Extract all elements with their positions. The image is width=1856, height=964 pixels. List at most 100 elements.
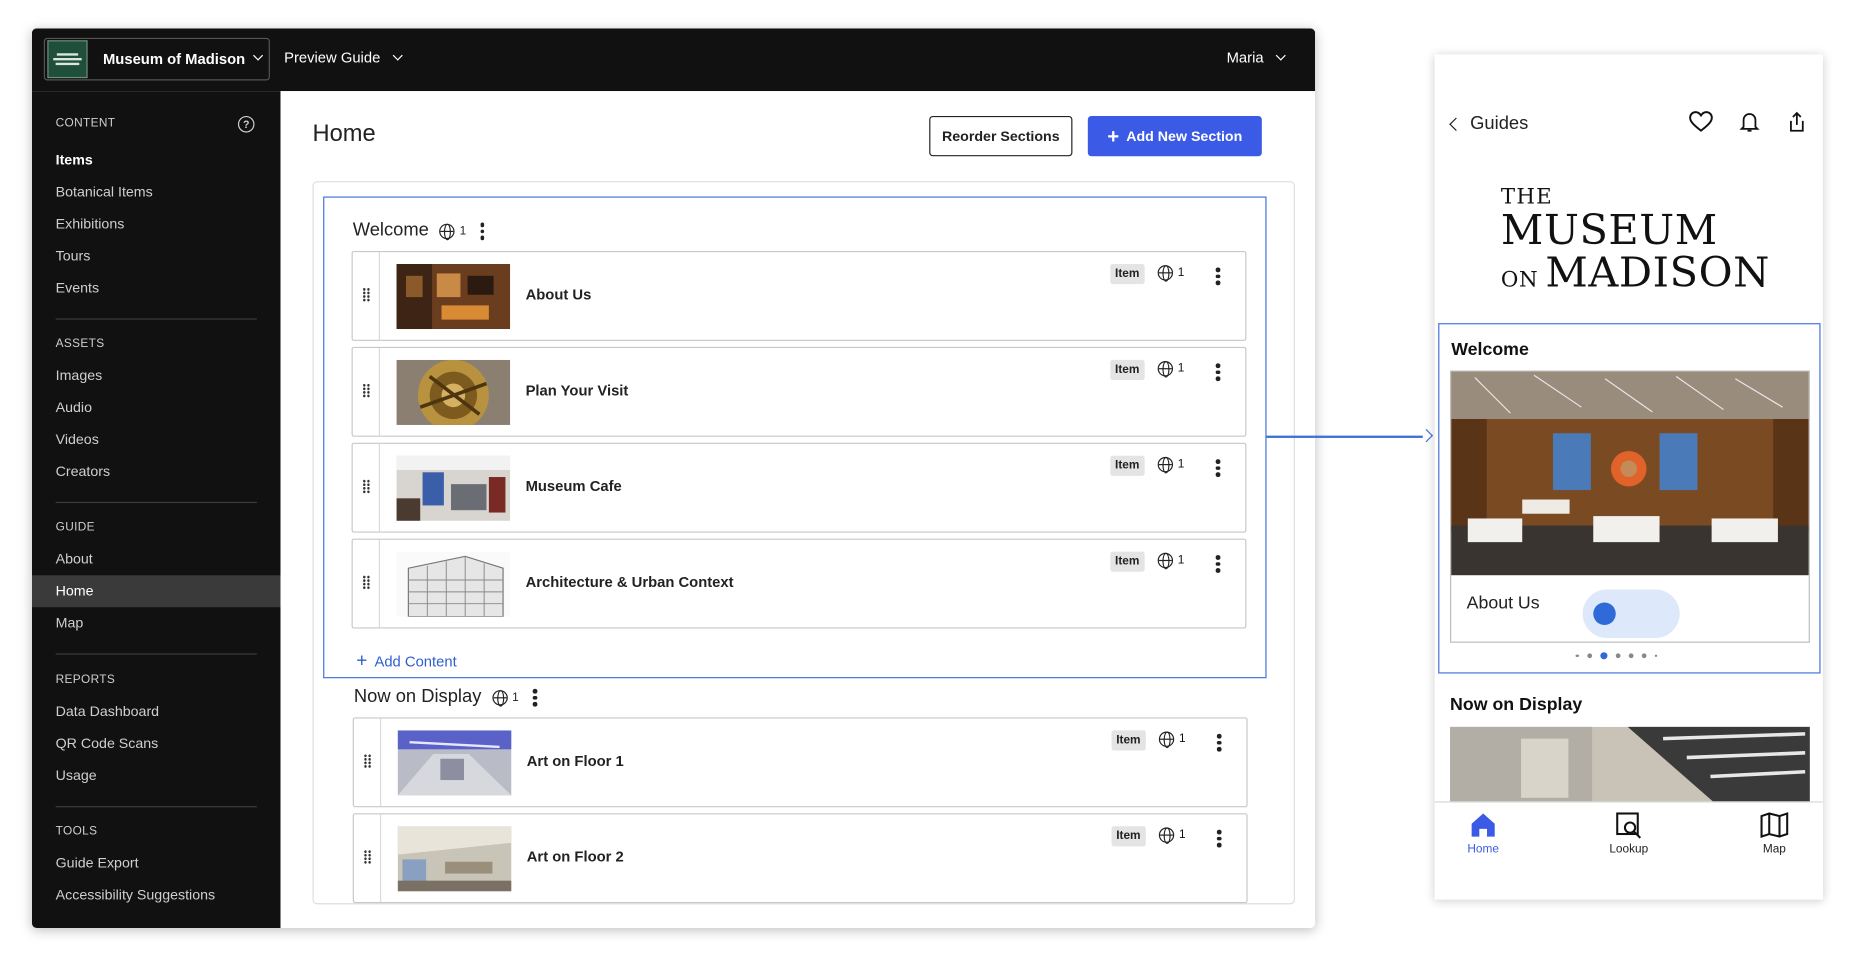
drag-handle[interactable] bbox=[353, 348, 380, 436]
admin-window: Museum of Madison Preview Guide Maria ? … bbox=[31, 28, 1316, 929]
more-options-icon[interactable] bbox=[1216, 732, 1222, 754]
thumbnail-art-on-floor-1 bbox=[397, 730, 512, 796]
list-item[interactable]: Plan Your Visit Item 1 bbox=[351, 346, 1247, 437]
pagination-dot-active[interactable] bbox=[1599, 652, 1607, 660]
drag-handle[interactable] bbox=[353, 443, 380, 532]
reorder-sections-button[interactable]: Reorder Sections bbox=[929, 116, 1073, 157]
row-menu[interactable] bbox=[1215, 553, 1221, 581]
tab-map[interactable]: Map bbox=[1739, 810, 1810, 856]
museum-logo: THE MUSEUM ON MADISON bbox=[1501, 185, 1770, 302]
language-count: 1 bbox=[1178, 732, 1186, 746]
sidebar-item-tours[interactable]: Tours bbox=[56, 247, 91, 264]
more-options-icon[interactable] bbox=[1216, 827, 1222, 849]
sidebar-item-guide-export[interactable]: Guide Export bbox=[56, 855, 139, 872]
sidebar-item-botanical-items[interactable]: Botanical Items bbox=[56, 183, 153, 200]
org-switcher[interactable]: Museum of Madison bbox=[43, 37, 270, 81]
row-menu[interactable] bbox=[1216, 827, 1222, 855]
pagination-dot[interactable] bbox=[1615, 653, 1620, 659]
drag-handle[interactable] bbox=[353, 252, 380, 340]
sidebar-item-events[interactable]: Events bbox=[56, 279, 99, 296]
item-type-badge: Item bbox=[1111, 730, 1146, 751]
back-button[interactable]: Guides bbox=[1449, 114, 1528, 135]
preview-guide-menu[interactable]: Preview Guide bbox=[284, 50, 403, 66]
logo-line-museum: MUSEUM bbox=[1500, 207, 1718, 255]
pagination-dot[interactable] bbox=[1575, 654, 1579, 658]
pagination-dot[interactable] bbox=[1586, 653, 1592, 659]
chevron-down-icon bbox=[253, 50, 264, 61]
drag-handle-icon bbox=[362, 383, 371, 398]
row-menu[interactable] bbox=[1215, 361, 1221, 389]
connector-line bbox=[1266, 435, 1423, 438]
item-type-badge: Item bbox=[1110, 359, 1145, 380]
language-count: 1 bbox=[1177, 458, 1185, 472]
add-content-label: Add Content bbox=[374, 653, 457, 670]
tab-home[interactable]: Home bbox=[1448, 810, 1519, 856]
help-icon[interactable]: ? bbox=[237, 116, 255, 133]
globe-icon bbox=[1157, 552, 1174, 570]
sidebar-item-creators[interactable]: Creators bbox=[56, 463, 110, 480]
sidebar-item-data-dashboard[interactable]: Data Dashboard bbox=[56, 703, 159, 720]
add-content-button[interactable]: + Add Content bbox=[356, 652, 456, 671]
chevron-down-icon bbox=[392, 50, 403, 61]
user-name: Maria bbox=[1226, 49, 1264, 67]
map-icon bbox=[1760, 812, 1789, 839]
sidebar-item-home[interactable]: Home bbox=[56, 582, 94, 599]
sidebar-item-images[interactable]: Images bbox=[56, 367, 103, 384]
more-options-icon[interactable] bbox=[1215, 553, 1221, 575]
thumbnail-art-on-floor-2 bbox=[397, 826, 512, 892]
drag-handle[interactable] bbox=[353, 539, 380, 628]
sidebar-item-about[interactable]: About bbox=[56, 550, 93, 567]
sidebar-divider bbox=[55, 318, 257, 320]
sidebar-item-accessibility-suggestions[interactable]: Accessibility Suggestions bbox=[56, 887, 215, 904]
more-options-icon[interactable] bbox=[532, 687, 538, 709]
pagination-dot[interactable] bbox=[1628, 653, 1633, 659]
sidebar-item-map[interactable]: Map bbox=[56, 614, 84, 631]
more-options-icon[interactable] bbox=[1215, 265, 1221, 287]
sidebar-item-exhibitions[interactable]: Exhibitions bbox=[56, 215, 125, 232]
bell-icon[interactable] bbox=[1738, 109, 1762, 135]
globe-icon bbox=[1157, 265, 1174, 282]
top-bar: Museum of Madison Preview Guide Maria bbox=[31, 28, 1316, 92]
language-count: 1 bbox=[512, 690, 519, 705]
thumbnail-plan-your-visit bbox=[396, 359, 511, 425]
sidebar-item-audio[interactable]: Audio bbox=[56, 399, 92, 416]
list-item[interactable]: Museum Cafe Item 1 bbox=[351, 442, 1247, 533]
share-icon[interactable] bbox=[1785, 109, 1809, 135]
logo-line-madison: MADISON bbox=[1545, 249, 1771, 298]
add-new-section-button[interactable]: + Add New Section bbox=[1087, 116, 1262, 157]
item-type-badge: Item bbox=[1110, 455, 1145, 476]
sidebar-item-qr-code-scans[interactable]: QR Code Scans bbox=[56, 735, 159, 752]
row-title: Plan Your Visit bbox=[525, 382, 629, 399]
carousel-card[interactable]: About Us bbox=[1450, 370, 1810, 643]
more-options-icon[interactable] bbox=[1215, 361, 1221, 383]
list-item[interactable]: Art on Floor 2 Item 1 bbox=[352, 813, 1248, 904]
sidebar-item-videos[interactable]: Videos bbox=[56, 431, 99, 448]
language-count: 1 bbox=[1177, 266, 1185, 280]
sidebar-item-usage[interactable]: Usage bbox=[56, 767, 97, 784]
user-menu[interactable]: Maria bbox=[1226, 49, 1286, 67]
heart-icon[interactable] bbox=[1688, 109, 1714, 135]
toggle-knob bbox=[1593, 602, 1616, 625]
pagination-dot[interactable] bbox=[1641, 653, 1646, 659]
row-menu[interactable] bbox=[1216, 732, 1222, 760]
pagination-dot[interactable] bbox=[1654, 654, 1658, 658]
row-menu[interactable] bbox=[1215, 457, 1221, 485]
section-header-now-on-display: Now on Display 1 bbox=[354, 687, 538, 709]
more-options-icon[interactable] bbox=[1215, 457, 1221, 479]
sidebar-header-content: CONTENT bbox=[55, 117, 116, 131]
audio-toggle[interactable] bbox=[1582, 589, 1680, 639]
list-item[interactable]: About Us Item 1 bbox=[351, 250, 1247, 341]
sidebar-divider bbox=[55, 501, 257, 504]
list-item[interactable]: Art on Floor 1 Item 1 bbox=[352, 717, 1248, 808]
drag-handle[interactable] bbox=[354, 718, 382, 807]
globe-icon bbox=[1158, 827, 1175, 844]
sidebar-header-assets: ASSETS bbox=[55, 337, 105, 351]
drag-handle-icon bbox=[363, 849, 372, 865]
drag-handle[interactable] bbox=[354, 814, 382, 902]
lookup-icon bbox=[1616, 812, 1642, 839]
more-options-icon[interactable] bbox=[480, 220, 485, 242]
sidebar-item-items[interactable]: Items bbox=[56, 152, 93, 169]
tab-lookup[interactable]: Lookup bbox=[1593, 810, 1664, 856]
row-menu[interactable] bbox=[1215, 265, 1221, 293]
list-item[interactable]: Architecture & Urban Context Item 1 bbox=[351, 538, 1247, 629]
